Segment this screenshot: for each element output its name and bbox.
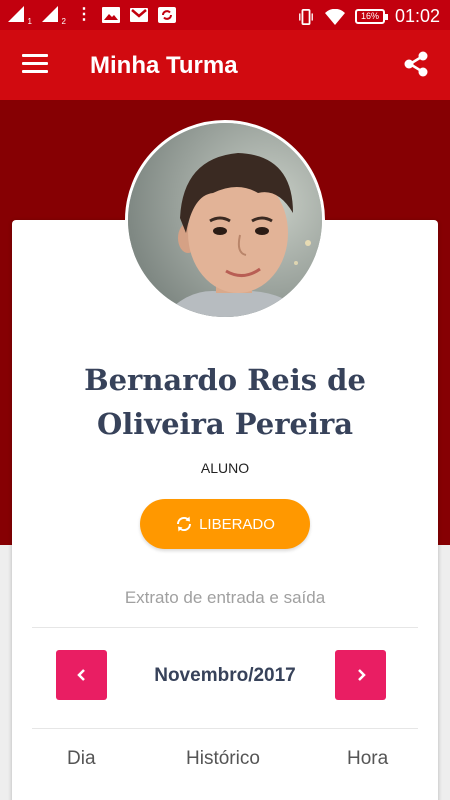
sim1-signal-icon: 1	[8, 6, 32, 26]
next-month-button[interactable]	[335, 650, 386, 700]
app-title: Minha Turma	[90, 52, 238, 79]
hamburger-menu-icon[interactable]	[22, 54, 48, 76]
student-photo	[128, 123, 322, 317]
student-avatar	[125, 120, 325, 320]
student-name: Bernardo Reis de Oliveira Pereira	[84, 363, 366, 441]
share-icon[interactable]	[402, 50, 430, 78]
divider	[32, 728, 418, 729]
divider	[32, 627, 418, 628]
battery-indicator: 16%	[354, 9, 388, 24]
vibrate-icon	[299, 8, 313, 25]
column-header-day: Dia	[67, 748, 96, 769]
access-status-button[interactable]: LIBERADO	[140, 499, 310, 549]
gmail-icon	[130, 8, 148, 22]
sim1-index: 1	[27, 17, 32, 26]
sim2-index: 2	[61, 17, 66, 26]
sync-notification-icon	[158, 7, 176, 23]
more-notifications-icon: ⋮	[76, 6, 92, 23]
chevron-right-icon	[357, 669, 366, 681]
sim2-signal-icon: 2	[42, 6, 66, 26]
image-notification-icon	[102, 7, 120, 23]
refresh-icon	[177, 516, 192, 532]
column-header-time: Hora	[347, 748, 389, 769]
access-status-label: LIBERADO	[199, 515, 275, 533]
previous-month-button[interactable]	[56, 650, 107, 700]
battery-level: 16%	[360, 11, 379, 21]
status-bar: 1 2 ⋮ 16% 01:02	[0, 0, 450, 30]
column-header-history: Histórico	[186, 748, 260, 769]
statement-title: Extrato de entrada e saída	[124, 588, 326, 607]
clock: 01:02	[394, 6, 440, 26]
wifi-icon	[324, 8, 345, 25]
current-month-label: Novembro/2017	[154, 665, 296, 686]
student-role: ALUNO	[200, 460, 250, 476]
app-bar: Minha Turma	[0, 30, 450, 100]
chevron-left-icon	[76, 669, 85, 681]
